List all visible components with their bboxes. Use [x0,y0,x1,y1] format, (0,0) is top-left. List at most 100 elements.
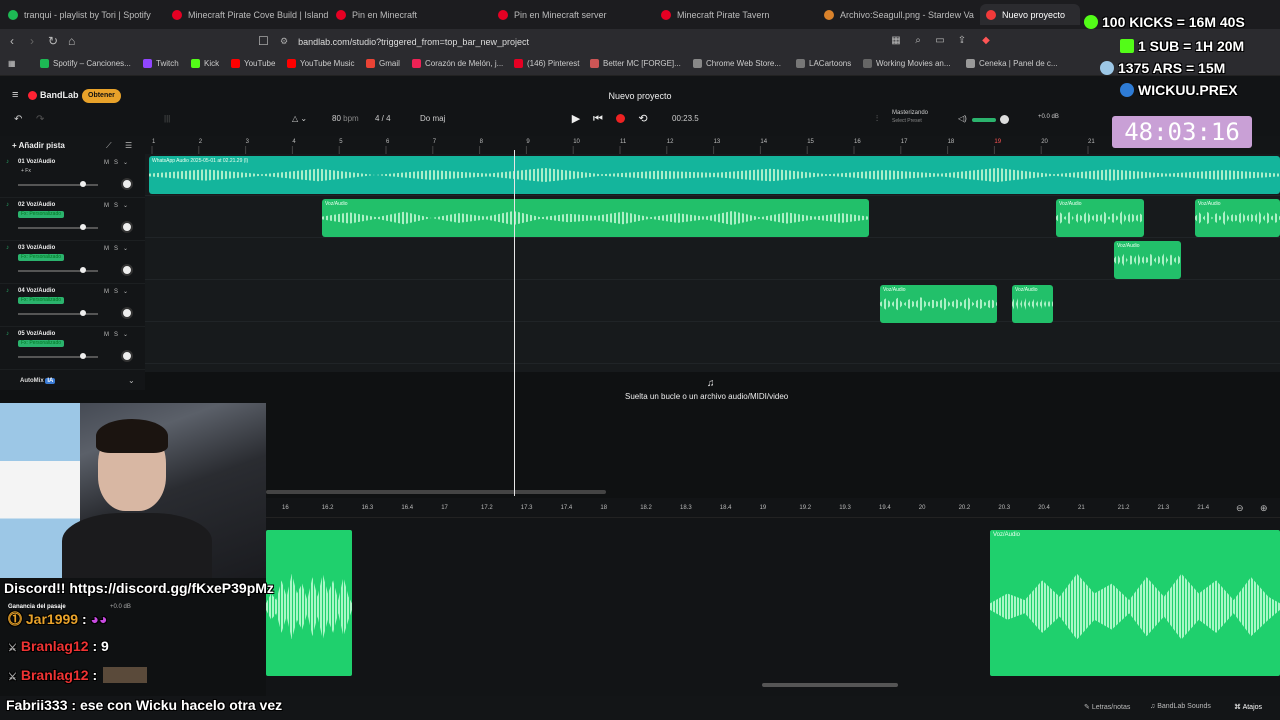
audio-clip[interactable]: Voz/Audio [1195,199,1280,237]
track-header[interactable]: ♪ 01 Voz/Audio + Fx MS⌄ [0,156,145,198]
redo-icon[interactable]: ↷ [36,114,44,125]
brave-shield-icon[interactable]: ◆ [980,35,992,47]
undo-icon[interactable]: ↶ [14,114,22,125]
settings-icon[interactable]: ☰ [125,141,132,150]
bookmark-twitch[interactable]: Twitch [143,59,179,68]
audio-clip[interactable]: Voz/Audio [880,285,997,323]
apps-icon[interactable]: ▦ [8,59,16,68]
volume-handle[interactable] [80,181,86,187]
add-track-button[interactable]: + Añadir pista [12,141,65,150]
bookmark-chrome-store[interactable]: Chrome Web Store... [693,59,781,68]
tab-pin-minecraft-server[interactable]: Pin en Minecraft server [498,4,658,25]
forward-icon[interactable]: › [30,34,34,48]
track-name[interactable]: 03 Voz/Audio [18,245,55,251]
key-selector[interactable]: Do maj [420,114,445,123]
master-volume-knob[interactable] [1000,115,1009,124]
fx-badge[interactable]: Fx: Personalizado [18,340,65,347]
bookmark-lacartoons[interactable]: LACartoons [796,59,851,68]
bandlab-sounds-button[interactable]: ♫ BandLab Sounds [1150,703,1211,710]
mastering-label[interactable]: Masterizando [892,110,928,116]
bookmark-youtube[interactable]: YouTube [231,59,275,68]
bpm-field[interactable]: 80 bpm [332,114,359,123]
share-icon[interactable]: ⇪ [956,35,968,47]
volume-handle[interactable] [80,353,86,359]
lane-5[interactable] [145,322,1280,364]
audio-clip[interactable]: Voz/Audio [1012,285,1053,323]
bookmark-spotify[interactable]: Spotify – Canciones... [40,59,131,68]
mute-solo-controls[interactable]: MS⌄ [104,245,133,252]
track-name[interactable]: 01 Voz/Audio [18,159,55,165]
track-name[interactable]: 04 Voz/Audio [18,288,55,294]
audio-clip-whatsapp[interactable]: WhatsApp Audio 2025-05-01 at 02.21.29 (l… [149,156,1280,194]
track-header[interactable]: ♪ 03 Voz/Audio Fx: Personalizado MS⌄ [0,242,145,284]
tab-pin-minecraft[interactable]: Pin en Minecraft [336,4,496,25]
audio-clip[interactable]: Voz/Audio [1114,241,1181,279]
mute-solo-controls[interactable]: MS⌄ [104,159,133,166]
fx-badge[interactable]: Fx: Personalizado [18,211,65,218]
fx-badge[interactable]: Fx: Personalizado [18,297,65,304]
volume-slider[interactable] [18,356,98,358]
timeline-ruler[interactable]: 1 2 3 4 5 6 7 8 9 10 11 12 13 14 15 16 17 18 19 20 21 [145,136,1280,154]
tab-pirate-tavern[interactable]: Minecraft Pirate Tavern [661,4,821,25]
chevron-down-icon[interactable]: ⌄ [128,376,135,385]
drop-zone[interactable]: ♫ Suelta un bucle o un archivo audio/MID… [145,372,1280,498]
tab-nuevo-proyecto[interactable]: Nuevo proyecto [980,4,1080,25]
mute-solo-controls[interactable]: MS⌄ [104,288,133,295]
volume-slider[interactable] [18,227,98,229]
mastering-icon[interactable]: ⫶ [876,114,878,124]
bookmark-pinterest[interactable]: (146) Pinterest [514,59,579,68]
fx-badge[interactable]: Fx: Personalizado [18,254,65,261]
tune-icon[interactable]: ⟋ [106,141,112,151]
lane-4[interactable]: Voz/Audio Voz/Audio [145,280,1280,323]
zoom-icon[interactable]: ⌕ [912,35,924,47]
track-header[interactable]: ♪ 05 Voz/Audio Fx: Personalizado MS⌄ [0,328,145,370]
bookmark-working-movies[interactable]: Working Movies an... [863,59,951,68]
arrange-scrollbar[interactable] [266,490,606,494]
reload-icon[interactable]: ↻ [48,34,58,48]
audio-editor[interactable]: 16 16.2 16.3 16.4 17 17.2 17.3 17.4 18 18.2 18.3 18… [266,498,1280,696]
lane-1[interactable]: WhatsApp Audio 2025-05-01 at 02.21.29 (l… [145,154,1280,196]
editor-clip[interactable] [266,530,352,676]
editor-clip[interactable]: Voz/Audio [990,530,1280,676]
lyrics-button[interactable]: ✎ Letras/notas [1084,703,1130,711]
audio-clip[interactable]: Voz/Audio [322,199,869,237]
bookmark-gmail[interactable]: Gmail [366,59,400,68]
play-icon[interactable]: ▶ [569,112,583,126]
zoom-out-icon[interactable]: ⊖ [1236,503,1244,514]
track-name[interactable]: 02 Voz/Audio [18,202,55,208]
bookmark-better-mc[interactable]: Better MC [FORGE]... [590,59,681,68]
speaker-icon[interactable]: ◁) [958,114,967,123]
home-icon[interactable]: ⌂ [68,34,75,48]
zoom-in-icon[interactable]: ⊕ [1260,503,1268,514]
automix-label[interactable]: AutoMix IA [20,378,56,384]
back-icon[interactable]: ‹ [10,34,14,48]
volume-handle[interactable] [80,224,86,230]
playhead[interactable] [514,150,515,496]
volume-handle[interactable] [80,310,86,316]
bookmark-icon[interactable]: ☐ [258,34,269,48]
tab-spotify[interactable]: tranqui - playlist by Tori | Spotify [8,4,168,25]
grid-icon[interactable]: ▦ [890,35,902,47]
tab-seagull[interactable]: Archivo:Seagull.png - Stardew Valley [824,4,974,25]
audio-clip[interactable]: Voz/Audio [1056,199,1144,237]
volume-slider[interactable] [18,270,98,272]
rewind-icon[interactable]: ⏮ [591,112,605,126]
pan-knob[interactable] [121,264,133,276]
mute-solo-controls[interactable]: MS⌄ [104,331,133,338]
track-header[interactable]: ♪ 04 Voz/Audio Fx: Personalizado MS⌄ [0,285,145,327]
mute-solo-controls[interactable]: MS⌄ [104,202,133,209]
volume-slider[interactable] [18,184,98,186]
editor-scrollbar[interactable] [762,683,898,687]
lane-3[interactable]: Voz/Audio [145,238,1280,280]
loop-icon[interactable]: ⟲ [636,112,650,126]
bookmark-kick[interactable]: Kick [191,59,219,68]
sidebar-toggle-icon[interactable]: ||| [164,114,170,123]
tab-pirate-cove[interactable]: Minecraft Pirate Cove Build | Island [172,4,332,25]
pan-knob[interactable] [121,350,133,362]
record-button[interactable] [613,112,627,126]
project-title[interactable]: Nuevo proyecto [560,91,720,101]
pan-knob[interactable] [121,221,133,233]
bookmark-youtube-music[interactable]: YouTube Music [287,59,355,68]
lane-2[interactable]: Voz/Audio Voz/Audio Voz/Audio [145,196,1280,238]
bandlab-logo[interactable]: BandLab [28,90,79,100]
